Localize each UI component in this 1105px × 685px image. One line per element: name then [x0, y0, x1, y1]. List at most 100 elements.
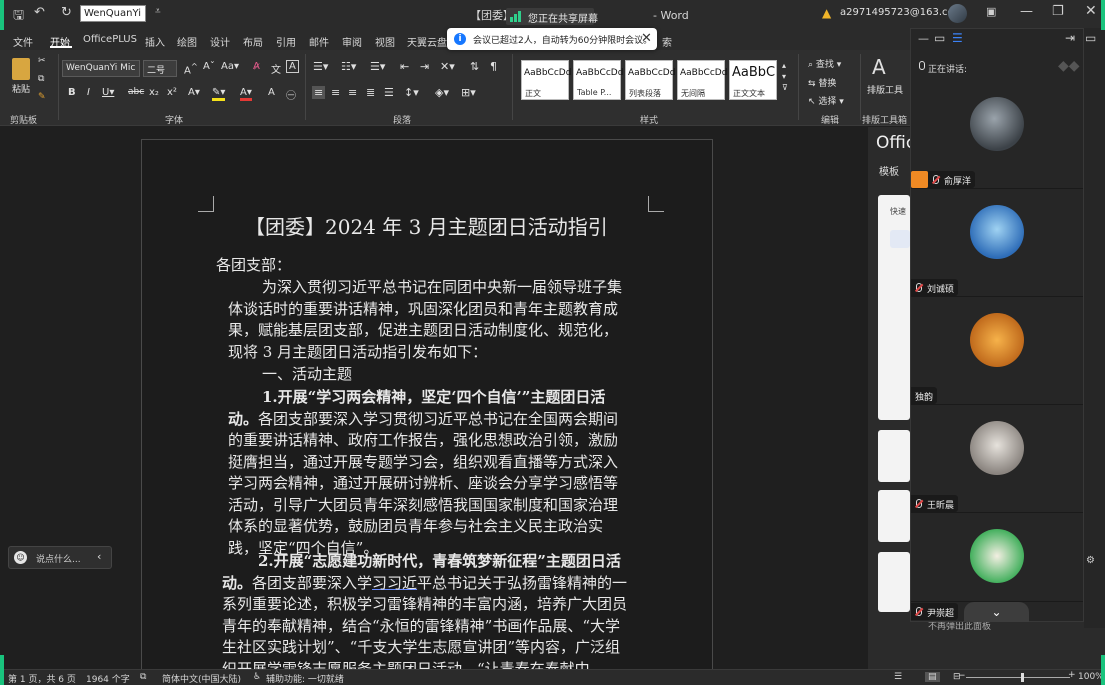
collapse-chat-icon[interactable]: ‹ — [97, 550, 101, 563]
ribbon-display-icon[interactable]: ▣ — [986, 5, 996, 18]
scroll-down-icon[interactable]: ⌄ — [964, 602, 1029, 622]
style-list-paragraph[interactable]: AaBbCcDd 列表段落 — [625, 60, 675, 100]
item-2-paragraph[interactable]: 2.开展“志愿建功新时代，青春筑梦新征程”主题团日活动。各团支部要深入学习习近平… — [222, 551, 632, 680]
increase-indent-icon[interactable]: ⇥ — [420, 60, 429, 73]
tab-design[interactable]: 设计 — [210, 34, 230, 49]
align-left-icon[interactable]: ≡ — [312, 86, 326, 99]
subscript-icon[interactable]: x₂ — [149, 87, 159, 98]
accessibility-icon[interactable]: ♿ — [253, 672, 261, 682]
line-spacing-icon[interactable]: ↕▾ — [404, 86, 419, 99]
intro-paragraph[interactable]: 为深入贯彻习近平总书记在同团中央新一届领导班子集体谈话时的重要讲话精神，巩固深化… — [228, 277, 632, 363]
account-avatar[interactable] — [948, 4, 967, 23]
clear-format-icon[interactable]: A̷ — [253, 61, 260, 72]
quick-font-select[interactable]: WenQuanYi I — [80, 5, 146, 22]
multilevel-list-icon[interactable]: ☰▾ — [370, 60, 385, 73]
zoom-in-icon[interactable]: + — [1068, 670, 1076, 680]
enclose-char-icon[interactable]: ㊀ — [286, 87, 296, 102]
style-body-text[interactable]: AaBbC 正文文本 — [729, 60, 777, 100]
shading-icon[interactable]: ◈▾ — [435, 86, 449, 99]
char-border-icon[interactable]: A — [286, 60, 299, 73]
paste-button[interactable]: 粘贴 — [12, 82, 30, 95]
emoji-icon[interactable]: ☺ — [14, 551, 27, 564]
print-layout-icon[interactable]: ▤ — [925, 672, 940, 682]
redo-icon[interactable]: ↻ — [61, 5, 72, 20]
bullets-icon[interactable]: ☰▾ — [313, 60, 328, 73]
document-heading[interactable]: 【团委】2024 年 3 月主题团日活动指引 — [245, 216, 608, 239]
sort-icon[interactable]: ⇅ — [470, 60, 479, 73]
save-icon[interactable]: 🖫 — [13, 6, 24, 28]
template-card[interactable] — [878, 490, 910, 542]
numbering-icon[interactable]: ☷▾ — [341, 60, 356, 73]
distributed-icon[interactable]: ☰ — [384, 86, 394, 99]
settings-icon[interactable]: ⚙ — [1086, 555, 1095, 566]
align-right-icon[interactable]: ≡ — [348, 86, 357, 99]
zoom-level[interactable]: 100% — [1078, 672, 1104, 682]
tab-tianyi-cloud[interactable]: 天翼云盘 — [407, 34, 447, 49]
highlight-icon[interactable]: ✎▾ — [212, 87, 226, 101]
phonetic-guide-icon[interactable]: 文 — [271, 61, 281, 76]
font-color-icon[interactable]: A▾ — [240, 87, 252, 101]
undo-icon[interactable]: ↶ — [34, 5, 45, 20]
customize-toolbar-icon[interactable]: ⩡ — [155, 6, 161, 17]
superscript-icon[interactable]: x² — [167, 87, 177, 98]
grid-view-icon[interactable]: ▭ — [934, 31, 945, 45]
account-email[interactable]: a2971495723@163.com — [840, 7, 963, 18]
styles-scroll-icon[interactable]: ▴ ▾ ⊽ — [782, 60, 788, 93]
chinese-layout-icon[interactable]: ✕▾ — [440, 60, 455, 73]
zoom-slider-thumb[interactable] — [1021, 673, 1024, 682]
style-table-paragraph[interactable]: AaBbCcDd Table P... — [573, 60, 623, 100]
word-count[interactable]: 1964 个字 — [86, 672, 130, 685]
cut-icon[interactable]: ✂ — [38, 56, 46, 66]
section-heading[interactable]: 一、活动主题 — [262, 364, 352, 386]
underline-icon[interactable]: U▾ — [102, 87, 114, 98]
format-painter-icon[interactable]: ✎ — [38, 92, 46, 102]
salutation[interactable]: 各团支部： — [216, 255, 291, 277]
language[interactable]: 简体中文(中国大陆) — [162, 672, 241, 685]
align-center-icon[interactable]: ≡ — [331, 86, 340, 99]
copy-icon[interactable]: ⧉ — [38, 74, 44, 84]
tab-file[interactable]: 文件 — [13, 34, 33, 49]
font-size-select[interactable]: 二号 — [143, 60, 177, 77]
style-no-spacing[interactable]: AaBbCcDd 无间隔 — [677, 60, 727, 100]
style-normal[interactable]: AaBbCcDd 正文 — [521, 60, 571, 100]
accessibility-status[interactable]: 辅助功能: 一切就绪 — [266, 672, 344, 685]
decrease-indent-icon[interactable]: ⇤ — [400, 60, 409, 73]
grow-font-icon[interactable]: A^ — [184, 61, 198, 76]
tab-draw[interactable]: 绘图 — [177, 34, 197, 49]
template-chip[interactable] — [890, 230, 910, 248]
comments-icon[interactable]: ▭ — [1085, 31, 1096, 45]
find-button[interactable]: ⌕ 查找 ▾ — [808, 57, 841, 70]
tab-view[interactable]: 视图 — [375, 34, 395, 49]
font-name-select[interactable]: WenQuanYi Mic — [62, 60, 140, 77]
tab-officeplus[interactable]: OfficePLUS — [83, 34, 137, 45]
template-card[interactable] — [878, 195, 910, 420]
minimize-icon[interactable]: — — [1020, 4, 1033, 19]
collapse-panel-icon[interactable]: ⇥ — [1065, 31, 1075, 45]
close-window-icon[interactable]: ✕ — [1085, 3, 1097, 19]
paste-icon[interactable] — [12, 58, 30, 80]
tab-layout[interactable]: 布局 — [243, 34, 263, 49]
text-effects-icon[interactable]: A▾ — [188, 87, 200, 98]
office-tab-templates[interactable]: 模板 — [879, 163, 899, 178]
zoom-slider[interactable] — [966, 677, 1070, 678]
item-1-paragraph[interactable]: 1.开展“学习两会精神，坚定‘四个自信’”主题团日活动。各团支部要深入学习贯彻习… — [228, 387, 632, 559]
show-marks-icon[interactable]: ¶ — [490, 60, 497, 73]
strikethrough-icon[interactable]: abc — [128, 87, 144, 97]
layout-tool-button[interactable]: 排版工具 — [867, 83, 903, 96]
tab-search[interactable]: 索 — [662, 34, 672, 49]
replace-button[interactable]: ⇆ 替换 — [808, 76, 836, 89]
template-card[interactable] — [878, 552, 910, 612]
focus-mode-icon[interactable]: ☰ — [894, 672, 902, 682]
tab-references[interactable]: 引用 — [276, 34, 296, 49]
tab-review[interactable]: 审阅 — [342, 34, 362, 49]
char-shading-icon[interactable]: A — [268, 87, 275, 98]
borders-icon[interactable]: ⊞▾ — [461, 86, 476, 99]
justify-icon[interactable]: ≣ — [366, 86, 375, 99]
page-count[interactable]: 第 1 页，共 6 页 — [8, 672, 76, 685]
template-card[interactable] — [878, 430, 910, 482]
shrink-font-icon[interactable]: Aˇ — [203, 61, 215, 72]
select-button[interactable]: ↖ 选择 ▾ — [808, 94, 844, 107]
list-view-icon[interactable]: ☰ — [952, 31, 963, 45]
maximize-icon[interactable]: ❐ — [1052, 4, 1064, 19]
italic-icon[interactable]: I — [87, 87, 90, 98]
